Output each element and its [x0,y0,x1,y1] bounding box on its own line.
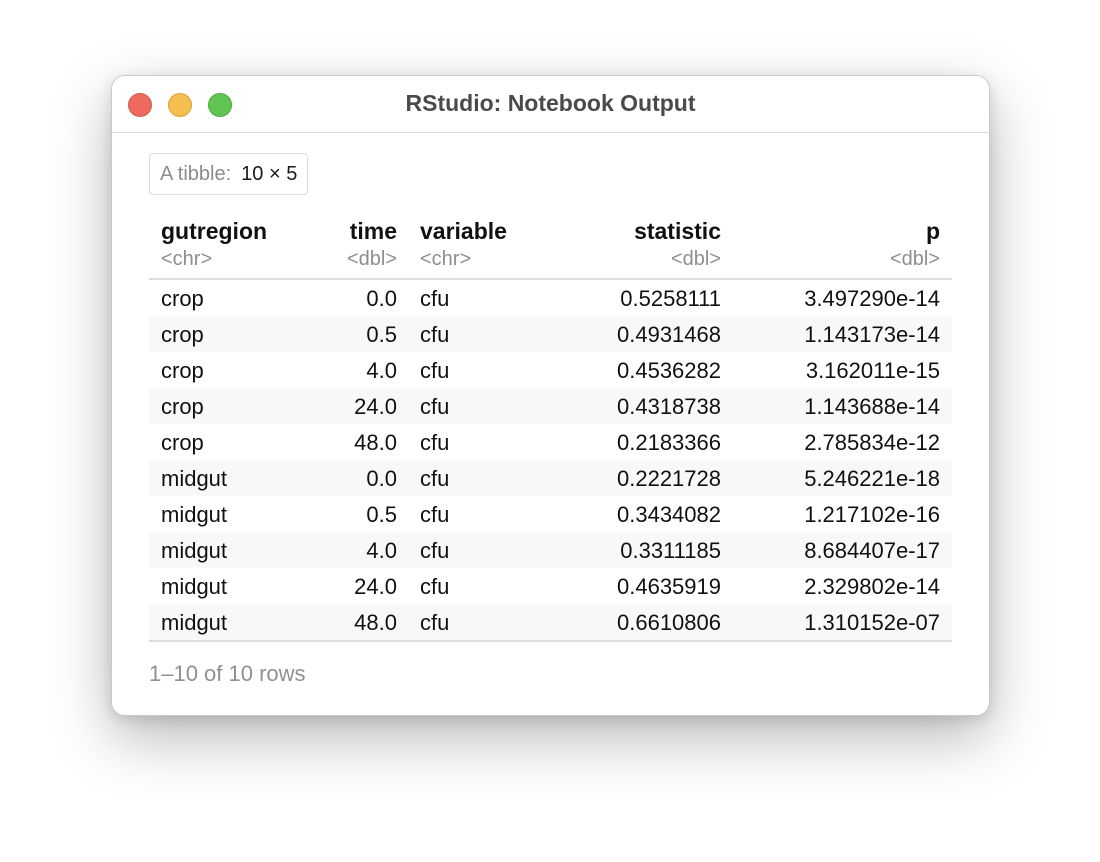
cell-variable: cfu [420,502,450,527]
cell-time: 0.0 [366,466,397,491]
cell-time: 24.0 [354,394,397,419]
cell-gutregion: midgut [161,538,228,563]
cell-p: 1.143688e-14 [804,394,940,419]
cell-variable: cfu [420,574,450,599]
cell-gutregion: crop [161,286,204,311]
cell-gutregion: midgut [161,610,228,635]
table-row: crop 24.0 cfu 0.4318738 1.143688e-14 [149,388,952,424]
cell-p: 8.684407e-17 [804,538,940,563]
table-row: midgut 4.0 cfu 0.3311185 8.684407e-17 [149,532,952,568]
table-row: crop 48.0 cfu 0.2183366 2.785834e-12 [149,424,952,460]
table-header: gutregion <chr> time <dbl> variable <chr… [149,216,952,280]
cell-statistic: 0.3434082 [617,502,721,527]
window-title: RStudio: Notebook Output [405,90,696,116]
cell-p: 1.310152e-07 [804,610,940,635]
cell-time: 4.0 [366,538,397,563]
table-row: midgut 48.0 cfu 0.6610806 1.310152e-07 [149,604,952,640]
tibble-label: A tibble: [160,162,232,185]
cell-variable: cfu [420,358,450,383]
cell-variable: cfu [420,538,450,563]
cell-time: 0.0 [366,286,397,311]
cell-time: 0.5 [366,322,397,347]
cell-time: 48.0 [354,430,397,455]
column-header-time: time [349,218,397,244]
cell-p: 1.143173e-14 [804,322,940,347]
cell-gutregion: crop [161,322,204,347]
cell-time: 0.5 [366,502,397,527]
column-header-variable: variable [420,218,507,244]
cell-statistic: 0.4931468 [617,322,721,347]
cell-time: 48.0 [354,610,397,635]
title-bar[interactable]: RStudio: Notebook Output [112,76,989,133]
cell-gutregion: crop [161,358,204,383]
cell-variable: cfu [420,430,450,455]
cell-p: 2.329802e-14 [804,574,940,599]
row-count-footer: 1–10 of 10 rows [149,661,306,686]
table-row: crop 0.0 cfu 0.5258111 3.497290e-14 [149,280,952,316]
column-type-time: <dbl> [346,248,397,270]
tibble-dims: 10 × 5 [241,162,298,185]
cell-statistic: 0.2183366 [617,430,721,455]
cell-variable: cfu [420,466,450,491]
cell-gutregion: midgut [161,466,228,491]
cell-variable: cfu [420,286,450,311]
cell-p: 2.785834e-12 [804,430,940,455]
cell-p: 1.217102e-16 [804,502,940,527]
table-row: midgut 0.5 cfu 0.3434082 1.217102e-16 [149,496,952,532]
cell-gutregion: midgut [161,574,228,599]
table-row: midgut 0.0 cfu 0.2221728 5.246221e-18 [149,460,952,496]
cell-p: 3.162011e-15 [805,358,940,383]
table-row: midgut 24.0 cfu 0.4635919 2.329802e-14 [149,568,952,604]
cell-time: 4.0 [366,358,397,383]
data-table: gutregion <chr> time <dbl> variable <chr… [149,216,952,642]
cell-variable: cfu [420,610,450,635]
cell-statistic: 0.4536282 [617,358,721,383]
column-type-p: <dbl> [889,248,940,270]
cell-gutregion: crop [161,394,204,419]
cell-variable: cfu [420,394,450,419]
cell-gutregion: crop [161,430,204,455]
cell-time: 24.0 [354,574,397,599]
cell-p: 3.497290e-14 [804,286,940,311]
column-header-p: p [925,218,940,244]
table-body: crop 0.0 cfu 0.5258111 3.497290e-14 crop… [149,280,952,642]
table-row: crop 4.0 cfu 0.4536282 3.162011e-15 [149,352,952,388]
cell-statistic: 0.4635919 [617,574,721,599]
cell-gutregion: midgut [161,502,228,527]
column-type-variable: <chr> [420,248,472,270]
cell-statistic: 0.4318738 [617,394,721,419]
cell-statistic: 0.3311185 [620,538,721,563]
column-header-statistic: statistic [634,218,721,244]
column-type-gutregion: <chr> [161,248,213,270]
tibble-dimensions-badge: A tibble: 10 × 5 [149,153,309,195]
column-header-gutregion: gutregion [161,218,268,244]
column-type-statistic: <dbl> [670,248,721,270]
cell-statistic: 0.6610806 [617,610,721,635]
cell-statistic: 0.5258111 [620,286,721,311]
notebook-output-window: RStudio: Notebook Output A tibble: 10 × … [111,75,990,716]
cell-variable: cfu [420,322,450,347]
cell-p: 5.246221e-18 [804,466,940,491]
cell-statistic: 0.2221728 [617,466,721,491]
table-row: crop 0.5 cfu 0.4931468 1.143173e-14 [149,316,952,352]
